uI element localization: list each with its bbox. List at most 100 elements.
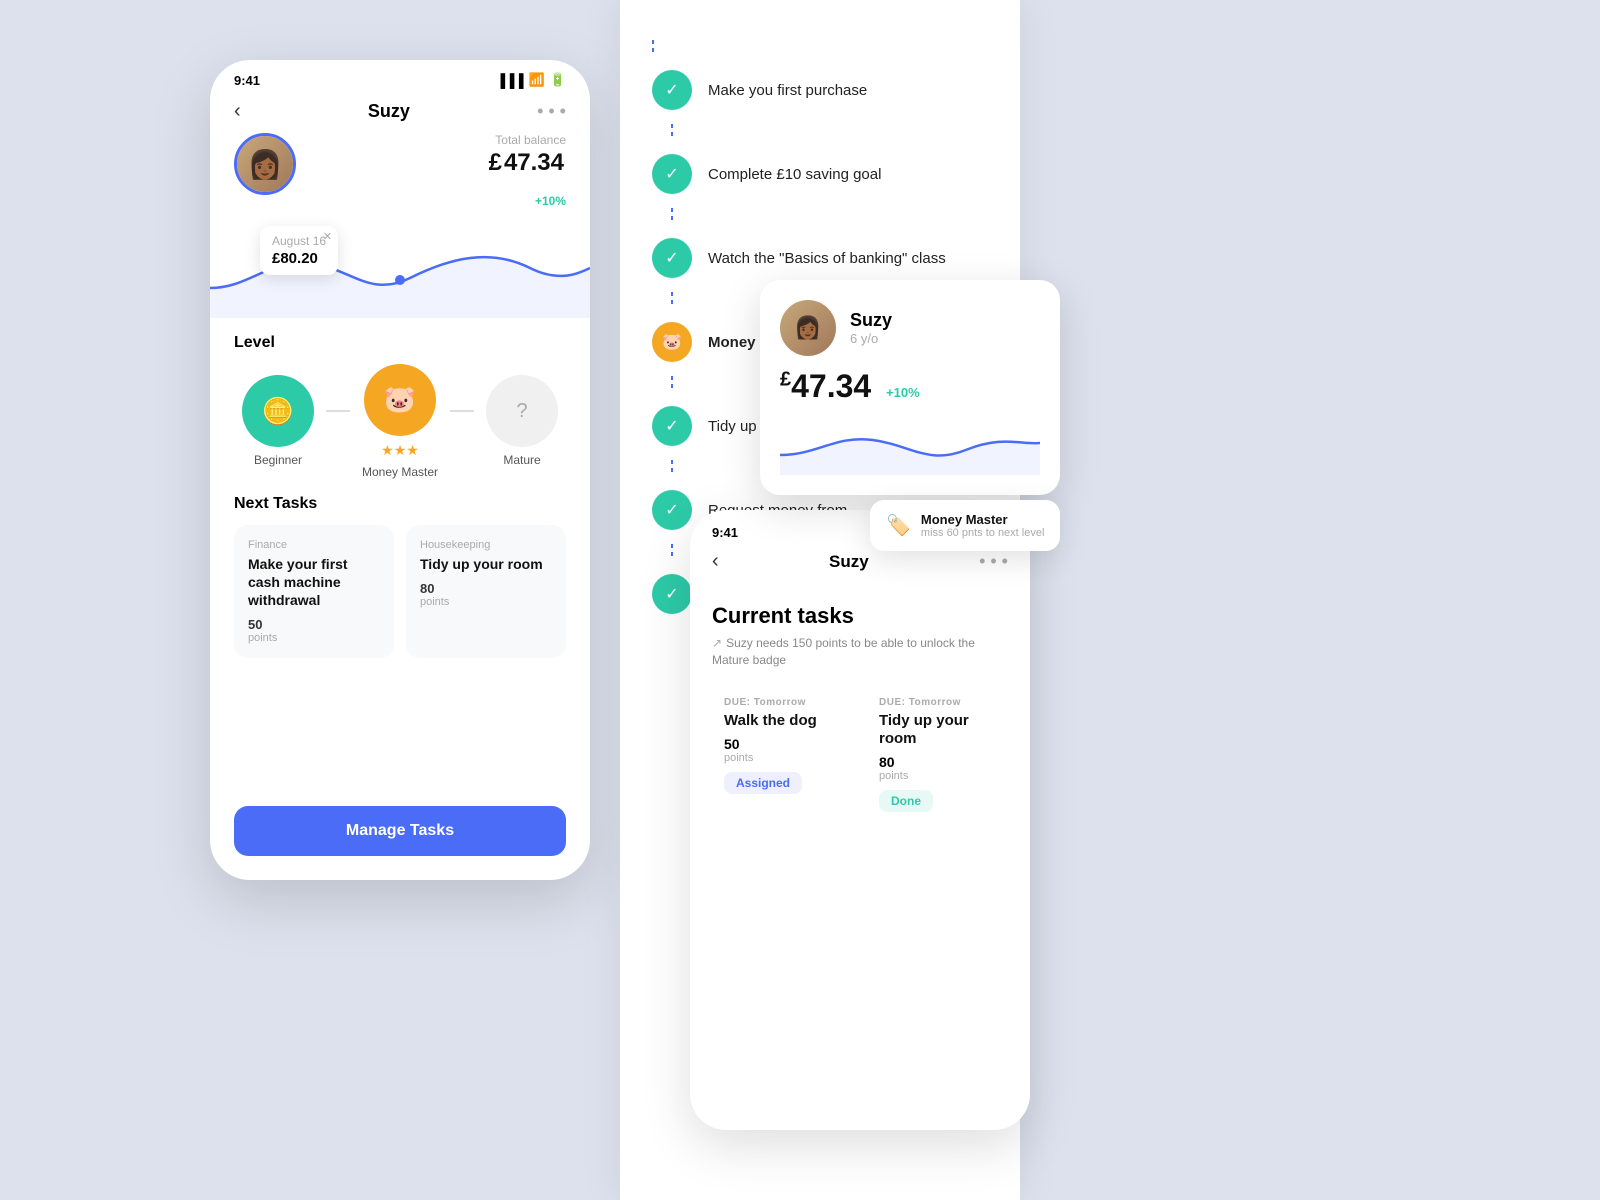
activity-text-1: Complete £10 saving goal [708,166,881,183]
back-button-left[interactable]: ‹ [234,100,241,123]
task-points-finance: 50 [248,617,380,632]
manage-tasks-button[interactable]: Manage Tasks [234,806,566,856]
popup-age: 6 y/o [850,331,892,346]
avatar-image-left: 👩🏾 [237,136,293,192]
level-mature: ? 🔒 Mature [486,375,558,467]
balance-amount: £47.34 [310,149,566,194]
balance-section: 👩🏾 Total balance £47.34 +10% [210,133,590,218]
tooltip-close[interactable]: ✕ [323,230,332,243]
ct-badge-1[interactable]: Done [879,790,933,812]
task-name-housekeeping: Tidy up your room [420,555,552,573]
balance-value: 47.34 [504,149,564,176]
wifi-icon: 📶 [529,72,545,88]
level-beginner: 🪙 Beginner [242,375,314,467]
currency-symbol: £ [489,149,502,176]
info-icon: ↗ [712,636,722,650]
status-bar-left: 9:41 ▐▐▐ 📶 🔋 [210,60,590,94]
next-tasks-title: Next Tasks [210,495,590,525]
level-connector-1 [326,410,350,412]
activity-icon-3: 🐷 [652,322,692,362]
more-button-right[interactable]: • • • [979,551,1008,572]
task-points-label-finance: points [248,632,380,644]
lock-icon: ? [516,400,527,423]
money-master-circle: 🐷 [364,364,436,436]
ct-points-0: 50 [724,736,841,752]
activity-icon-2: ✓ [652,238,692,278]
ct-task-name-1: Tidy up your room [879,712,996,748]
ct-task-card-1: DUE: Tomorrow Tidy up your room 80 point… [867,685,1008,824]
chart-tooltip: August 16 £80.20 ✕ [260,226,338,275]
task-category-housekeeping: Housekeeping [420,539,552,551]
task-points-housekeeping: 80 [420,581,552,596]
popup-balance-value: 47.34 [791,368,871,404]
badge-tooltip: 🏷️ Money Master miss 60 pnts to next lev… [870,500,1060,551]
mature-circle: ? 🔒 [486,375,558,447]
tooltip-amount: £80.20 [272,250,326,267]
back-button-right[interactable]: ‹ [712,550,719,573]
activity-text-2: Watch the "Basics of banking" class [708,250,946,267]
ct-points-label-0: points [724,752,841,764]
time-right: 9:41 [712,525,738,540]
popup-balance: £47.34 [780,368,880,404]
popup-avatar: 👩🏾 [780,300,836,356]
activity-item-1: ✓ Complete £10 saving goal [620,140,1020,208]
current-tasks-section: Current tasks ↗Suzy needs 150 points to … [690,585,1030,1130]
level-connector-2 [450,410,474,412]
balance-info: Total balance £47.34 +10% [310,133,566,208]
task-points-label-housekeeping: points [420,596,552,608]
more-button-left[interactable]: • • • [537,101,566,122]
activity-icon-6: ✓ [652,574,692,614]
current-tasks-subtitle: ↗Suzy needs 150 points to be able to unl… [712,635,1008,669]
activity-icon-1: ✓ [652,154,692,194]
level-title: Level [210,334,590,364]
ct-points-1: 80 [879,754,996,770]
badge-title: Money Master [921,512,1045,527]
money-master-stars: ★★★ [381,442,419,459]
level-row: 🪙 Beginner 🐷 ★★★ Money Master ? 🔒 Mature [210,364,590,495]
level-money-master: 🐷 ★★★ Money Master [362,364,438,479]
lock-badge: 🔒 [576,867,588,878]
activity-icon-4: ✓ [652,406,692,446]
time-left: 9:41 [234,73,260,88]
ct-due-1: DUE: Tomorrow [879,697,996,708]
subtitle-text: Suzy needs 150 points to be able to unlo… [712,636,975,667]
badge-tooltip-text: Money Master miss 60 pnts to next level [921,512,1045,539]
badge-tooltip-icon: 🏷️ [886,513,911,538]
tooltip-date: August 16 [272,234,326,248]
nav-bar-right: ‹ Suzy • • • [690,546,1030,585]
ct-task-name-0: Walk the dog [724,712,841,730]
avatar-left: 👩🏾 [234,133,296,195]
popup-user-info: Suzy 6 y/o [850,310,892,346]
task-card-housekeeping: Housekeeping Tidy up your room 80 points [406,525,566,659]
ct-badge-0[interactable]: Assigned [724,772,802,794]
badge-subtitle: miss 60 pnts to next level [921,527,1045,539]
page-title-left: Suzy [368,101,410,122]
money-master-label: Money Master [362,465,438,479]
activity-text-0: Make you first purchase [708,82,867,99]
signal-icon: ▐▐▐ [496,73,524,88]
right-phone: 9:41 ▐▐▐ 📶 🔋 ‹ Suzy • • • Current tasks … [690,510,1030,1130]
popup-balance-row: £47.34 +10% [780,368,1040,405]
activity-icon-0: ✓ [652,70,692,110]
popup-header: 👩🏾 Suzy 6 y/o [780,300,1040,356]
popup-name: Suzy [850,310,892,331]
task-name-finance: Make your first cash machine withdrawal [248,555,380,610]
balance-label: Total balance [310,133,566,147]
ct-task-card-0: DUE: Tomorrow Walk the dog 50 points Ass… [712,685,853,824]
next-tasks-grid: Finance Make your first cash machine wit… [210,525,590,679]
balance-change: +10% [310,194,566,208]
activity-item-0: ✓ Make you first purchase [620,56,1020,124]
status-icons-left: ▐▐▐ 📶 🔋 [496,72,566,88]
activity-icon-5: ✓ [652,490,692,530]
chart-left: August 16 £80.20 ✕ [210,218,590,318]
profile-popup: 👩🏾 Suzy 6 y/o £47.34 +10% [760,280,1060,495]
popup-currency: £ [780,368,791,390]
current-tasks-title: Current tasks [712,603,1008,629]
task-category-finance: Finance [248,539,380,551]
ct-points-label-1: points [879,770,996,782]
task-card-finance: Finance Make your first cash machine wit… [234,525,394,659]
page-title-right: Suzy [829,552,869,572]
popup-balance-change: +10% [886,385,920,400]
left-phone: 9:41 ▐▐▐ 📶 🔋 ‹ Suzy • • • 👩🏾 Total balan… [210,60,590,880]
beginner-label: Beginner [254,453,302,467]
